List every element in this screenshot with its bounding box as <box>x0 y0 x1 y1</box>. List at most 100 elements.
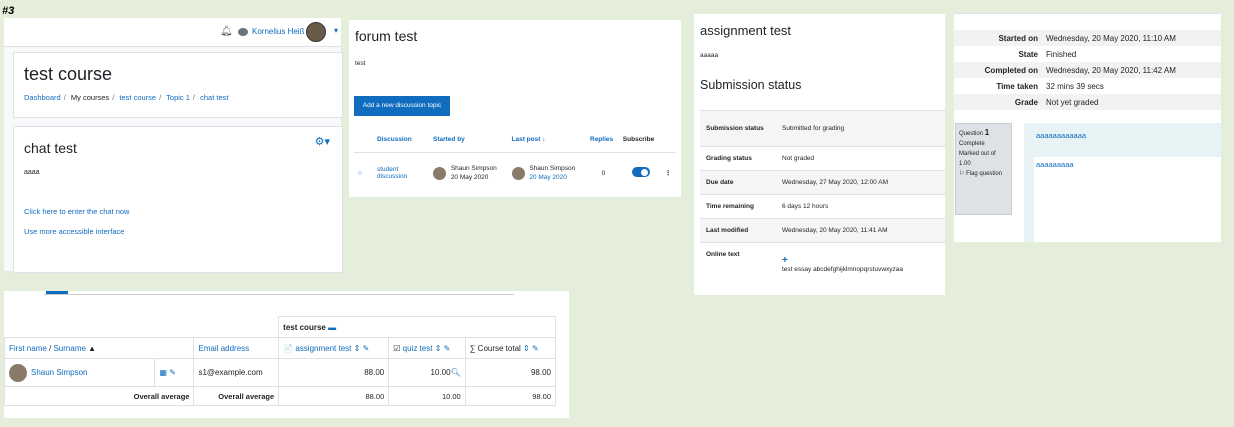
col-started-by[interactable]: Started by <box>430 126 509 153</box>
student-name-link[interactable]: Shaun Simpson <box>31 368 87 377</box>
arrow-down-icon: ↓ <box>542 135 546 143</box>
grade-cell[interactable]: 98.00 <box>464 358 557 387</box>
more-icon[interactable]: ⋮ <box>662 153 676 194</box>
quiz-summary-table: Started on Wednesday, 20 May 2020, 11:10 … <box>954 30 1221 110</box>
edit-icon[interactable]: ✎ <box>444 344 451 353</box>
chevron-down-icon[interactable]: ▾ <box>334 26 338 35</box>
activity-intro: aaaa <box>24 169 40 176</box>
table-row: Time remaining 6 days 12 hours <box>700 194 945 219</box>
grade-cell[interactable]: 88.00 <box>278 358 390 387</box>
breadcrumb-dashboard[interactable]: Dashboard <box>24 93 61 102</box>
table-row: Last modified Wednesday, 20 May 2020, 11… <box>700 218 945 243</box>
discussion-table: Discussion Started by Last post ↓ Replie… <box>354 126 676 193</box>
table-row: State Finished <box>1018 49 1077 59</box>
gear-icon[interactable]: ⚙▾ <box>315 135 330 148</box>
marked-out-of: Marked out of 1.00 <box>959 151 996 167</box>
quiz-icon: ☑ <box>393 343 401 353</box>
started-by-cell: Shaun Simpson 20 May 2020 <box>430 153 509 194</box>
table-row: Shaun Simpson ▦ ✎ s1@example.com 88.00 1… <box>3 358 557 387</box>
breadcrumb: Dashboard / My courses / test course / Topi… <box>24 93 229 102</box>
table-row: Due date Wednesday, 27 May 2020, 12:00 A… <box>700 170 945 195</box>
replies-count: 0 <box>601 169 606 177</box>
collapse-icon[interactable]: ▬ <box>328 323 336 332</box>
breadcrumb-topic[interactable]: Topic 1 <box>166 93 190 102</box>
assignment-icon: 📄 <box>283 343 294 353</box>
table-row: Time taken 32 mins 39 secs <box>996 81 1104 91</box>
submission-status-heading: Submission status <box>700 78 802 92</box>
col-replies[interactable]: Replies <box>587 126 620 153</box>
assignment-intro: aaaaa <box>700 52 719 59</box>
sort-first-name[interactable]: First name <box>9 344 47 353</box>
sort-icon[interactable]: ⇕ <box>435 344 442 353</box>
edit-icon[interactable]: ✎ <box>363 344 370 353</box>
col-last-post[interactable]: Last post ↓ <box>508 126 587 153</box>
accessible-interface-link[interactable]: Use more accessible interface <box>24 227 124 236</box>
quiz-review-panel: Started on Wednesday, 20 May 2020, 11:10 … <box>954 13 1221 242</box>
category-row: test course ▬ <box>4 316 556 338</box>
course-page-panel: 🔔︎ Kornelius Heiß ▾ test course Dashboar… <box>4 18 343 273</box>
question-info: Question 1 Complete Marked out of 1.00 ⚐… <box>955 123 1012 215</box>
chat-main: chat test ⚙▾ aaaa Click here to enter th… <box>13 126 343 273</box>
sort-up-icon: ▲ <box>88 343 97 353</box>
discussion-link[interactable]: student discussion <box>377 166 407 180</box>
assignment-title: assignment test <box>700 23 792 38</box>
breadcrumb-my-courses: My courses <box>70 93 110 102</box>
student-email: s1@example.com <box>193 358 280 387</box>
grader-report-panel: test course ▬ First name / Surname ▲ Ema… <box>3 291 569 418</box>
last-post-cell: Shaun Simpson 20 May 2020 <box>509 153 588 194</box>
edit-icon[interactable]: ✎ <box>169 368 176 377</box>
submission-status-table: Submission status Submitted for grading … <box>700 110 945 293</box>
bell-icon[interactable]: 🔔︎ <box>220 26 233 37</box>
course-header: test course Dashboard / My courses / test … <box>13 52 343 118</box>
navbar: 🔔︎ Kornelius Heiß ▾ <box>4 18 341 47</box>
email-header[interactable]: Email address <box>193 337 280 359</box>
question-text: aaaaaaaaaaaa <box>1036 131 1087 140</box>
answer-box: aaaaaaaaa <box>1034 157 1221 242</box>
question-content: aaaaaaaaaaaa aaaaaaaaa <box>1024 123 1221 242</box>
sigma-icon: ∑ <box>469 343 476 353</box>
col-subscribe: Subscribe <box>619 126 662 153</box>
item-header-quiz: ☑ quiz test ⇕ ✎ <box>388 337 466 359</box>
course-title: test course <box>24 64 113 84</box>
avatar <box>433 166 446 180</box>
online-text-value: test essay abcdefghijklmnopqrstuvwxyzaa <box>782 266 904 273</box>
assignment-panel: assignment test aaaaa Submission status … <box>694 14 945 295</box>
item-header-assignment: 📄 assignment test ⇕ ✎ <box>278 337 390 359</box>
user-name[interactable]: Kornelius Heiß <box>252 27 304 36</box>
grade-cell[interactable]: 10.00🔍︎ <box>388 358 466 387</box>
table-row: Grade Not yet graded <box>954 94 1221 110</box>
star-icon[interactable]: ☆ <box>354 153 374 194</box>
last-post-date-link[interactable]: 20 May 2020 <box>529 174 567 181</box>
enter-chat-link[interactable]: Click here to enter the chat now <box>24 207 129 216</box>
figure-tag: #3 <box>2 5 15 17</box>
plus-icon[interactable]: + <box>782 255 939 266</box>
user-avatar[interactable] <box>306 22 326 42</box>
flag-icon: ⚐ <box>959 171 965 177</box>
breadcrumb-course[interactable]: test course <box>119 93 156 102</box>
add-discussion-button[interactable]: Add a new discussion topic <box>354 96 450 116</box>
col-discussion[interactable]: Discussion <box>374 126 430 153</box>
table-row: Grading status Not graded <box>700 146 945 171</box>
header-row: First name / Surname ▲ Email address 📄 a… <box>3 337 557 359</box>
flag-question[interactable]: ⚐ Flag question <box>959 169 1008 179</box>
edit-icon[interactable]: ✎ <box>532 344 539 353</box>
forum-title: forum test <box>355 28 418 44</box>
sort-surname[interactable]: Surname <box>53 344 85 353</box>
question-state: Complete <box>959 141 985 147</box>
activity-title: chat test <box>24 140 77 156</box>
breadcrumb-activity[interactable]: chat test <box>200 93 228 102</box>
table-header: Discussion Started by Last post ↓ Replie… <box>354 126 676 153</box>
table-row: Started on Wednesday, 20 May 2020, 11:10 … <box>954 30 1221 46</box>
sort-icon[interactable]: ⇕ <box>523 344 530 353</box>
search-icon: 🔍︎ <box>450 368 461 377</box>
table-row: Submission status Submitted for grading <box>700 110 945 147</box>
item-header-total: ∑ Course total ⇕ ✎ <box>464 337 557 359</box>
sort-icon[interactable]: ⇕ <box>354 344 361 353</box>
subscribe-toggle[interactable] <box>631 167 650 177</box>
tab-active[interactable] <box>46 291 68 294</box>
forum-intro: test <box>355 60 366 67</box>
grid-icon[interactable]: ▦ <box>159 368 167 377</box>
table-row: Completed on Wednesday, 20 May 2020, 11:4… <box>954 62 1221 78</box>
table-row: Online text + test essay abcdefghijklmno… <box>700 242 945 293</box>
messages-icon[interactable] <box>238 28 248 36</box>
